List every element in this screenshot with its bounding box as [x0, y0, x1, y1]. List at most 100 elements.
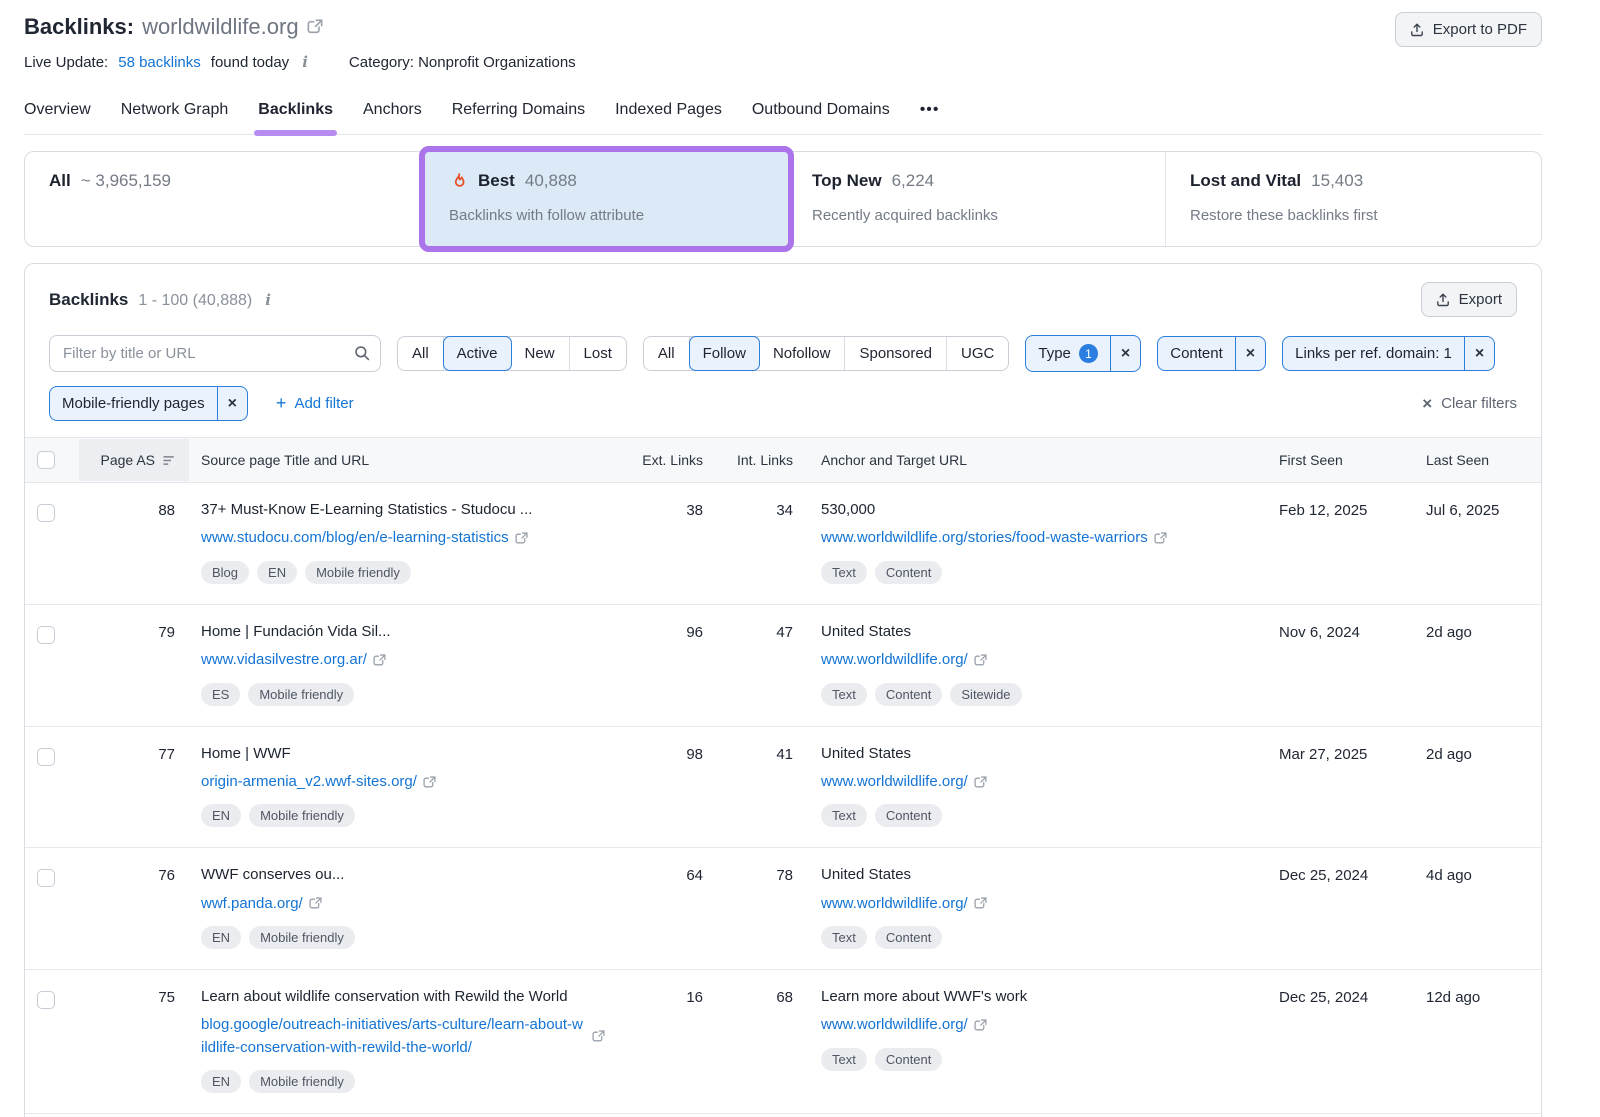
target-url-link[interactable]: www.worldwildlife.org/	[821, 1014, 968, 1037]
info-icon[interactable]: i	[262, 291, 274, 309]
tab-network-graph[interactable]: Network Graph	[121, 101, 229, 119]
page-tag: Mobile friendly	[305, 561, 411, 584]
anchor-text: 530,000	[821, 500, 1249, 520]
page-tag: EN	[257, 561, 297, 584]
close-icon[interactable]: ×	[217, 387, 247, 420]
source-url-link[interactable]: www.vidasilvestre.org.ar/	[201, 649, 367, 672]
info-icon[interactable]: i	[299, 53, 311, 71]
follow-option-sponsored[interactable]: Sponsored	[845, 337, 947, 370]
source-url-link[interactable]: blog.google/outreach-initiatives/arts-cu…	[201, 1014, 586, 1059]
source-page-title: 37+ Must-Know E-Learning Statistics - St…	[201, 500, 605, 520]
column-ext-links[interactable]: Ext. Links	[635, 439, 715, 481]
external-link-icon[interactable]	[1154, 532, 1167, 545]
page-subheader: Live Update: 58 backlinks found today i …	[24, 53, 1542, 71]
row-checkbox[interactable]	[37, 869, 55, 887]
follow-option-nofollow[interactable]: Nofollow	[759, 337, 846, 370]
ext-links-value: 16	[635, 987, 715, 1006]
anchor-tag: Text	[821, 1048, 867, 1071]
external-link-icon[interactable]	[974, 1019, 987, 1032]
anchor-text: United States	[821, 865, 1249, 885]
close-icon[interactable]: ×	[1464, 337, 1494, 370]
row-checkbox[interactable]	[37, 504, 55, 522]
status-option-active[interactable]: Active	[443, 336, 512, 371]
column-anchor-target[interactable]: Anchor and Target URL	[805, 439, 1279, 481]
card-all[interactable]: All ~ 3,965,159	[25, 152, 425, 246]
live-update-suffix: found today	[211, 54, 289, 71]
column-int-links[interactable]: Int. Links	[715, 439, 805, 481]
filter-chip-links-per-domain-label[interactable]: Links per ref. domain: 1	[1283, 337, 1464, 370]
page-as-value: 88	[79, 500, 189, 519]
tab-referring-domains[interactable]: Referring Domains	[452, 101, 585, 119]
follow-option-all[interactable]: All	[644, 337, 690, 370]
external-link-icon[interactable]	[592, 1030, 605, 1043]
tab-backlinks[interactable]: Backlinks	[258, 101, 333, 119]
anchor-tag: Content	[875, 561, 943, 584]
page-tag: EN	[201, 804, 241, 827]
filter-chip-content-label[interactable]: Content	[1158, 337, 1235, 370]
search-icon[interactable]	[354, 345, 370, 361]
column-last-seen[interactable]: Last Seen	[1426, 439, 1541, 481]
status-option-lost[interactable]: Lost	[570, 337, 626, 370]
close-icon[interactable]: ×	[1235, 337, 1265, 370]
external-link-icon[interactable]	[423, 776, 436, 789]
status-option-new[interactable]: New	[511, 337, 570, 370]
external-link-icon[interactable]	[974, 897, 987, 910]
card-all-title: All	[49, 171, 71, 191]
filter-chip-type-label[interactable]: Type 1	[1026, 336, 1110, 371]
follow-option-follow[interactable]: Follow	[689, 336, 760, 371]
anchor-text: United States	[821, 744, 1249, 764]
export-button[interactable]: Export	[1421, 282, 1517, 317]
target-url-link[interactable]: www.worldwildlife.org/	[821, 893, 968, 916]
first-seen-value: Mar 27, 2025	[1279, 744, 1426, 763]
page-as-value: 76	[79, 865, 189, 884]
target-url-link[interactable]: www.worldwildlife.org/	[821, 649, 968, 672]
source-url-link[interactable]: origin-armenia_v2.wwf-sites.org/	[201, 771, 417, 794]
follow-option-ugc[interactable]: UGC	[947, 337, 1008, 370]
export-to-pdf-button[interactable]: Export to PDF	[1395, 12, 1542, 47]
row-checkbox[interactable]	[37, 991, 55, 1009]
external-link-icon[interactable]	[974, 654, 987, 667]
table-row: 77 Home | WWF origin-armenia_v2.wwf-site…	[25, 727, 1541, 849]
anchor-text: Learn more about WWF's work	[821, 987, 1249, 1007]
external-link-icon[interactable]	[373, 654, 386, 667]
table-row: 76 WWF conserves ou... wwf.panda.org/ EN…	[25, 848, 1541, 970]
card-top-new[interactable]: Top New 6,224 Recently acquired backlink…	[788, 152, 1166, 246]
last-seen-value: 2d ago	[1426, 744, 1541, 763]
first-seen-value: Feb 12, 2025	[1279, 500, 1426, 519]
close-icon[interactable]: ×	[1110, 336, 1140, 371]
target-url-link[interactable]: www.worldwildlife.org/	[821, 771, 968, 794]
target-url-link[interactable]: www.worldwildlife.org/stories/food-waste…	[821, 527, 1148, 550]
external-link-icon[interactable]	[307, 19, 323, 35]
clear-filters-label: Clear filters	[1441, 395, 1517, 412]
filter-chip-mobile-friendly-label[interactable]: Mobile-friendly pages	[50, 387, 217, 420]
row-checkbox[interactable]	[37, 748, 55, 766]
column-page-as[interactable]: Page AS	[79, 439, 189, 481]
tab-outbound-domains[interactable]: Outbound Domains	[752, 101, 890, 119]
source-url-link[interactable]: wwf.panda.org/	[201, 893, 303, 916]
page-tag: Mobile friendly	[248, 683, 354, 706]
tab-anchors[interactable]: Anchors	[363, 101, 422, 119]
add-filter-label: Add filter	[294, 395, 353, 412]
live-update-link[interactable]: 58 backlinks	[118, 54, 201, 71]
table-header-row: Page AS Source page Title and URL Ext. L…	[25, 437, 1541, 483]
external-link-icon[interactable]	[974, 776, 987, 789]
card-lost-and-vital[interactable]: Lost and Vital 15,403 Restore these back…	[1166, 152, 1541, 246]
row-checkbox[interactable]	[37, 626, 55, 644]
external-link-icon[interactable]	[515, 532, 528, 545]
source-url-link[interactable]: www.studocu.com/blog/en/e-learning-stati…	[201, 527, 509, 550]
clear-filters-button[interactable]: × Clear filters	[1422, 394, 1517, 414]
column-first-seen[interactable]: First Seen	[1279, 439, 1426, 481]
filter-search-input[interactable]	[49, 335, 381, 372]
filters-row-1: All Active New Lost All Follow Nofollow …	[49, 335, 1517, 372]
add-filter-button[interactable]: + Add filter	[276, 393, 354, 414]
card-best[interactable]: Best 40,888 Backlinks with follow attrib…	[425, 152, 788, 246]
follow-filter-group: All Follow Nofollow Sponsored UGC	[643, 336, 1009, 371]
tab-indexed-pages[interactable]: Indexed Pages	[615, 101, 722, 119]
status-option-all[interactable]: All	[398, 337, 444, 370]
external-link-icon[interactable]	[309, 897, 322, 910]
more-tabs-icon[interactable]: •••	[920, 101, 940, 119]
column-source-title[interactable]: Source page Title and URL	[189, 439, 635, 481]
flame-icon	[449, 172, 468, 191]
select-all-checkbox[interactable]	[37, 451, 55, 469]
tab-overview[interactable]: Overview	[24, 101, 91, 119]
